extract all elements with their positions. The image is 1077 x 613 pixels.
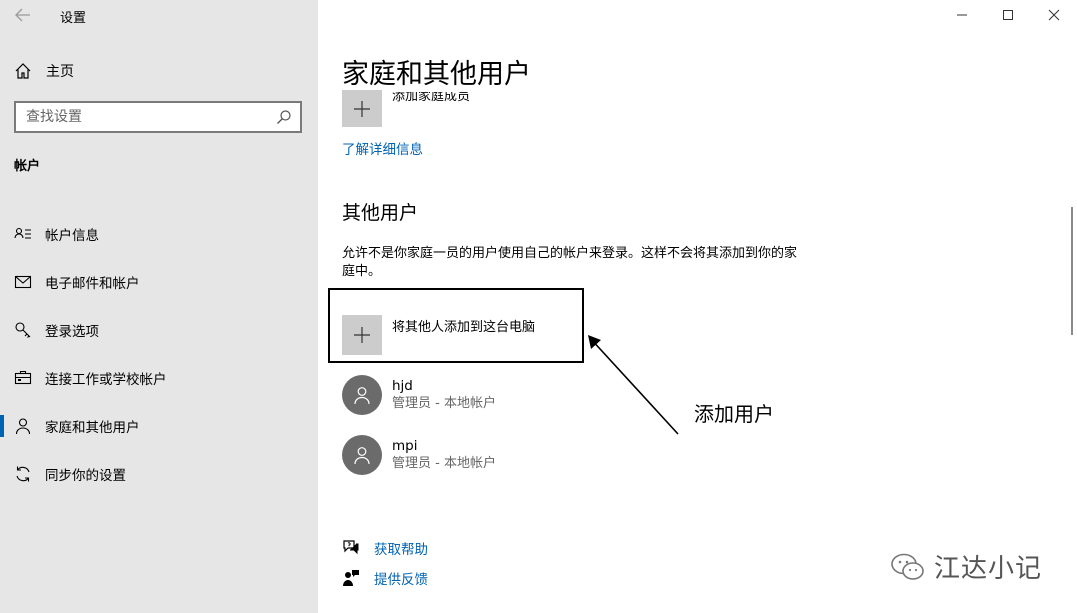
watermark-text: 江达小记 xyxy=(934,554,1043,584)
plus-icon xyxy=(354,327,370,343)
other-users-description: 允许不是你家庭一员的用户使用自己的帐户来登录。这样不会将其添加到你的家庭中。 xyxy=(342,246,798,279)
close-button[interactable] xyxy=(1031,0,1077,30)
sidebar-item-label: 帐户信息 xyxy=(45,228,99,244)
other-users-heading: 其他用户 xyxy=(342,202,419,224)
help-chat-icon xyxy=(342,539,360,557)
add-other-user-button[interactable]: 将其他人添加到这台电脑 xyxy=(342,315,535,355)
avatar xyxy=(342,435,382,475)
sync-icon xyxy=(14,465,32,483)
account-info-icon xyxy=(14,225,32,243)
add-other-user-label: 将其他人添加到这台电脑 xyxy=(392,319,536,335)
feedback-link[interactable]: 提供反馈 xyxy=(342,568,428,588)
feedback-label: 提供反馈 xyxy=(374,572,428,588)
learn-more-link[interactable]: 了解详细信息 xyxy=(342,138,423,158)
user-item-hjd[interactable]: hjd 管理员 - 本地帐户 xyxy=(342,375,496,415)
sidebar-item-label: 同步你的设置 xyxy=(45,468,126,484)
sidebar-item-family[interactable]: 家庭和其他用户 xyxy=(0,402,318,450)
plus-icon xyxy=(354,100,370,117)
briefcase-icon xyxy=(14,369,32,387)
add-family-member-button[interactable]: 添加家庭成员 xyxy=(342,90,470,127)
avatar xyxy=(342,375,382,415)
feedback-icon xyxy=(342,569,360,587)
person-icon xyxy=(14,417,32,435)
sidebar-nav: 帐户信息 电子邮件和帐户 登录选项 连接工作或学校帐户 家庭和其他用户 同步你的… xyxy=(0,210,318,498)
user-role: 管理员 - 本地帐户 xyxy=(392,456,496,471)
sidebar-item-label: 家庭和其他用户 xyxy=(45,420,140,436)
sidebar-item-label: 登录选项 xyxy=(45,324,99,340)
back-button[interactable] xyxy=(12,5,34,25)
mail-icon xyxy=(14,273,32,291)
sidebar-item-home[interactable]: 主页 xyxy=(14,60,74,82)
close-icon xyxy=(1048,9,1060,21)
user-name: mpi xyxy=(392,438,418,454)
app-title: 设置 xyxy=(60,11,87,26)
key-icon xyxy=(14,321,32,339)
minimize-icon xyxy=(957,14,967,16)
active-selector xyxy=(0,415,4,437)
search-box xyxy=(14,101,302,133)
sidebar-item-email[interactable]: 电子邮件和帐户 xyxy=(0,258,318,306)
user-name: hjd xyxy=(392,378,413,394)
section-heading-accounts: 帐户 xyxy=(14,159,41,174)
user-avatar-icon xyxy=(354,387,370,405)
scrollbar[interactable] xyxy=(1071,207,1073,335)
back-arrow-icon xyxy=(15,8,30,22)
sidebar-item-sign-in[interactable]: 登录选项 xyxy=(0,306,318,354)
sidebar-item-label: 连接工作或学校帐户 xyxy=(45,372,167,388)
get-help-label: 获取帮助 xyxy=(374,542,428,558)
sidebar: 设置 主页 帐户 帐户信息 电子邮件和帐户 登录 xyxy=(0,0,318,613)
minimize-button[interactable] xyxy=(939,0,985,30)
search-icon[interactable] xyxy=(276,109,292,125)
wechat-logo-icon xyxy=(891,553,924,580)
add-family-label: 添加家庭成员 xyxy=(392,90,471,104)
home-icon xyxy=(14,62,32,80)
user-item-mpi[interactable]: mpi 管理员 - 本地帐户 xyxy=(342,435,496,475)
window-controls xyxy=(939,0,1077,30)
user-role: 管理员 - 本地帐户 xyxy=(392,396,496,411)
sidebar-home-label: 主页 xyxy=(46,64,74,80)
annotation-arrow-icon xyxy=(588,335,679,435)
plus-tile xyxy=(342,315,382,355)
maximize-icon xyxy=(1003,10,1013,20)
watermark: 江达小记 xyxy=(890,548,1042,585)
sidebar-item-label: 电子邮件和帐户 xyxy=(45,276,140,292)
annotation-label: 添加用户 xyxy=(694,402,774,426)
get-help-link[interactable]: 获取帮助 xyxy=(342,538,428,558)
sidebar-item-sync[interactable]: 同步你的设置 xyxy=(0,450,318,498)
page-title: 家庭和其他用户 xyxy=(342,59,531,90)
sidebar-item-account-info[interactable]: 帐户信息 xyxy=(0,210,318,258)
search-input[interactable] xyxy=(16,103,266,131)
plus-tile xyxy=(342,90,382,127)
user-avatar-icon xyxy=(354,447,370,465)
sidebar-item-work-school[interactable]: 连接工作或学校帐户 xyxy=(0,354,318,402)
maximize-button[interactable] xyxy=(985,0,1031,30)
